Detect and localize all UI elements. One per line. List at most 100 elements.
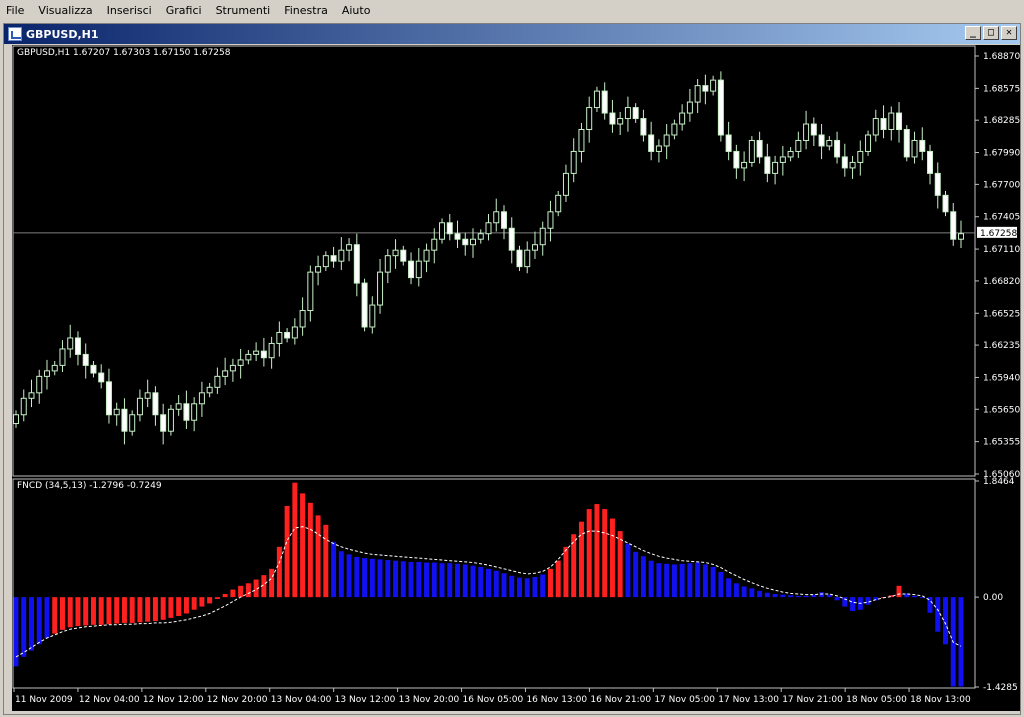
candle-bull — [826, 139, 833, 147]
histogram-bar-rising — [307, 502, 313, 598]
window-title: GBPUSD,H1 — [26, 27, 99, 41]
histogram-bar-falling — [362, 558, 368, 598]
window-titlebar[interactable]: GBPUSD,H1 _ □ ✕ — [4, 24, 1020, 44]
time-axis-label: 16 Nov 21:00 — [590, 695, 651, 705]
histogram-bar-rising — [137, 597, 143, 623]
time-axis-label: 17 Nov 13:00 — [718, 695, 779, 705]
candle-bull — [191, 403, 198, 421]
candle-bull — [245, 353, 252, 361]
candle-bull — [291, 326, 298, 339]
candle-bull — [198, 392, 205, 405]
candle-bear — [834, 139, 841, 158]
menu-item-aiuto[interactable]: Aiuto — [336, 0, 379, 21]
maximize-button[interactable]: □ — [983, 26, 999, 40]
candle-bull — [772, 161, 779, 174]
candle-bull — [578, 129, 585, 152]
histogram-bar-falling — [749, 588, 755, 598]
histogram-bar-falling — [486, 568, 491, 598]
candle-bear — [105, 381, 112, 416]
chart-area[interactable]: 1.68870 1.68575 1.68285 1.67990 1.67700 1.674… — [12, 45, 1020, 711]
candle-bear — [919, 139, 926, 152]
menu-item-visualizza[interactable]: Visualizza — [32, 0, 100, 21]
candle-bear — [733, 150, 740, 169]
candle-bull — [671, 123, 678, 136]
candle-bull — [748, 139, 755, 163]
histogram-bar-rising — [75, 597, 81, 627]
candle-bull — [888, 112, 895, 131]
histogram-bar-falling — [36, 597, 42, 645]
candle-bull — [268, 342, 275, 359]
candle-bull — [415, 260, 422, 279]
time-axis-label: 18 Nov 05:00 — [846, 695, 907, 705]
candle-bear — [446, 222, 453, 235]
candle-bull — [431, 238, 438, 251]
chart-svg: 1.68870 1.68575 1.68285 1.67990 1.67700 1.674… — [12, 45, 1020, 705]
histogram-bar-falling — [28, 597, 34, 651]
histogram-bar-rising — [52, 597, 58, 634]
candle-bull — [206, 386, 213, 394]
candle-bull — [872, 118, 879, 136]
candle-bear — [841, 156, 848, 169]
histogram-bar-rising — [168, 597, 174, 618]
indicator-title: FNCD (34,5,13) -1.2796 -0.7249 — [17, 481, 162, 491]
time-axis-label: 11 Nov 2009 — [15, 695, 73, 705]
histogram-bar-falling — [455, 563, 461, 598]
candle-bear — [462, 238, 469, 246]
candle-bull — [20, 397, 27, 416]
minimize-button[interactable]: _ — [965, 26, 981, 40]
candle-bull — [338, 249, 345, 262]
histogram-bar-rising — [145, 597, 151, 622]
candle-bull — [423, 249, 430, 262]
menu-bar: File Visualizza Inserisci Grafici Strumenti F… — [0, 0, 1024, 21]
menu-item-inserisci[interactable]: Inserisci — [101, 0, 160, 21]
candle-bull — [392, 249, 399, 257]
candle-bull — [167, 408, 174, 432]
histogram-bar-falling — [772, 593, 778, 598]
candle-bull — [28, 392, 35, 399]
candle-bull — [779, 156, 786, 163]
candle-bear — [903, 129, 910, 158]
histogram-bar-falling — [331, 541, 337, 598]
candle-bull — [43, 370, 50, 377]
candle-bull — [346, 244, 353, 251]
menu-item-file[interactable]: File — [0, 0, 32, 21]
candle-bear — [152, 392, 159, 416]
candle-bear — [764, 156, 771, 174]
price-axis-label: 1.67110 — [983, 245, 1020, 255]
price-axis-label: 1.66235 — [983, 341, 1020, 351]
histogram-bar-falling — [509, 575, 515, 598]
histogram-bar-falling — [648, 560, 654, 598]
histogram-bar-falling — [516, 577, 522, 598]
histogram-bar-falling — [393, 560, 399, 598]
candle-bull — [470, 238, 477, 246]
candle-bull — [787, 150, 794, 158]
histogram-bar-falling — [865, 597, 871, 605]
candle-bull — [67, 337, 74, 350]
candle-bull — [663, 134, 670, 147]
histogram-bar-falling — [710, 566, 716, 598]
menu-item-strumenti[interactable]: Strumenti — [210, 0, 279, 21]
histogram-bar-rising — [152, 597, 158, 622]
candle-bear — [361, 282, 368, 328]
histogram-bar-falling — [416, 561, 422, 598]
histogram-bar-falling — [912, 595, 918, 598]
candle-bear — [330, 255, 337, 262]
close-button[interactable]: ✕ — [1001, 26, 1017, 40]
candle-bear — [82, 353, 89, 366]
candle-bear — [950, 211, 957, 240]
histogram-bar-rising — [121, 597, 127, 623]
histogram-bar-rising — [245, 583, 251, 598]
candle-bull — [524, 249, 531, 268]
histogram-bar-falling — [431, 562, 437, 598]
candle-bull — [958, 233, 964, 240]
histogram-bar-falling — [671, 564, 677, 598]
menu-item-finestra[interactable]: Finestra — [278, 0, 336, 21]
histogram-bar-rising — [563, 546, 569, 598]
menu-item-grafici[interactable]: Grafici — [160, 0, 210, 21]
candle-bull — [477, 233, 484, 240]
histogram-bar-falling — [369, 558, 375, 598]
price-axis-label: 1.65355 — [983, 438, 1020, 448]
chart-window: GBPUSD,H1 _ □ ✕ 1.68870 1.68575 1.68285 1.6… — [3, 23, 1021, 715]
indicator-axis-label: -1.4285 — [983, 683, 1018, 693]
price-axis-label: 1.67990 — [983, 149, 1020, 159]
